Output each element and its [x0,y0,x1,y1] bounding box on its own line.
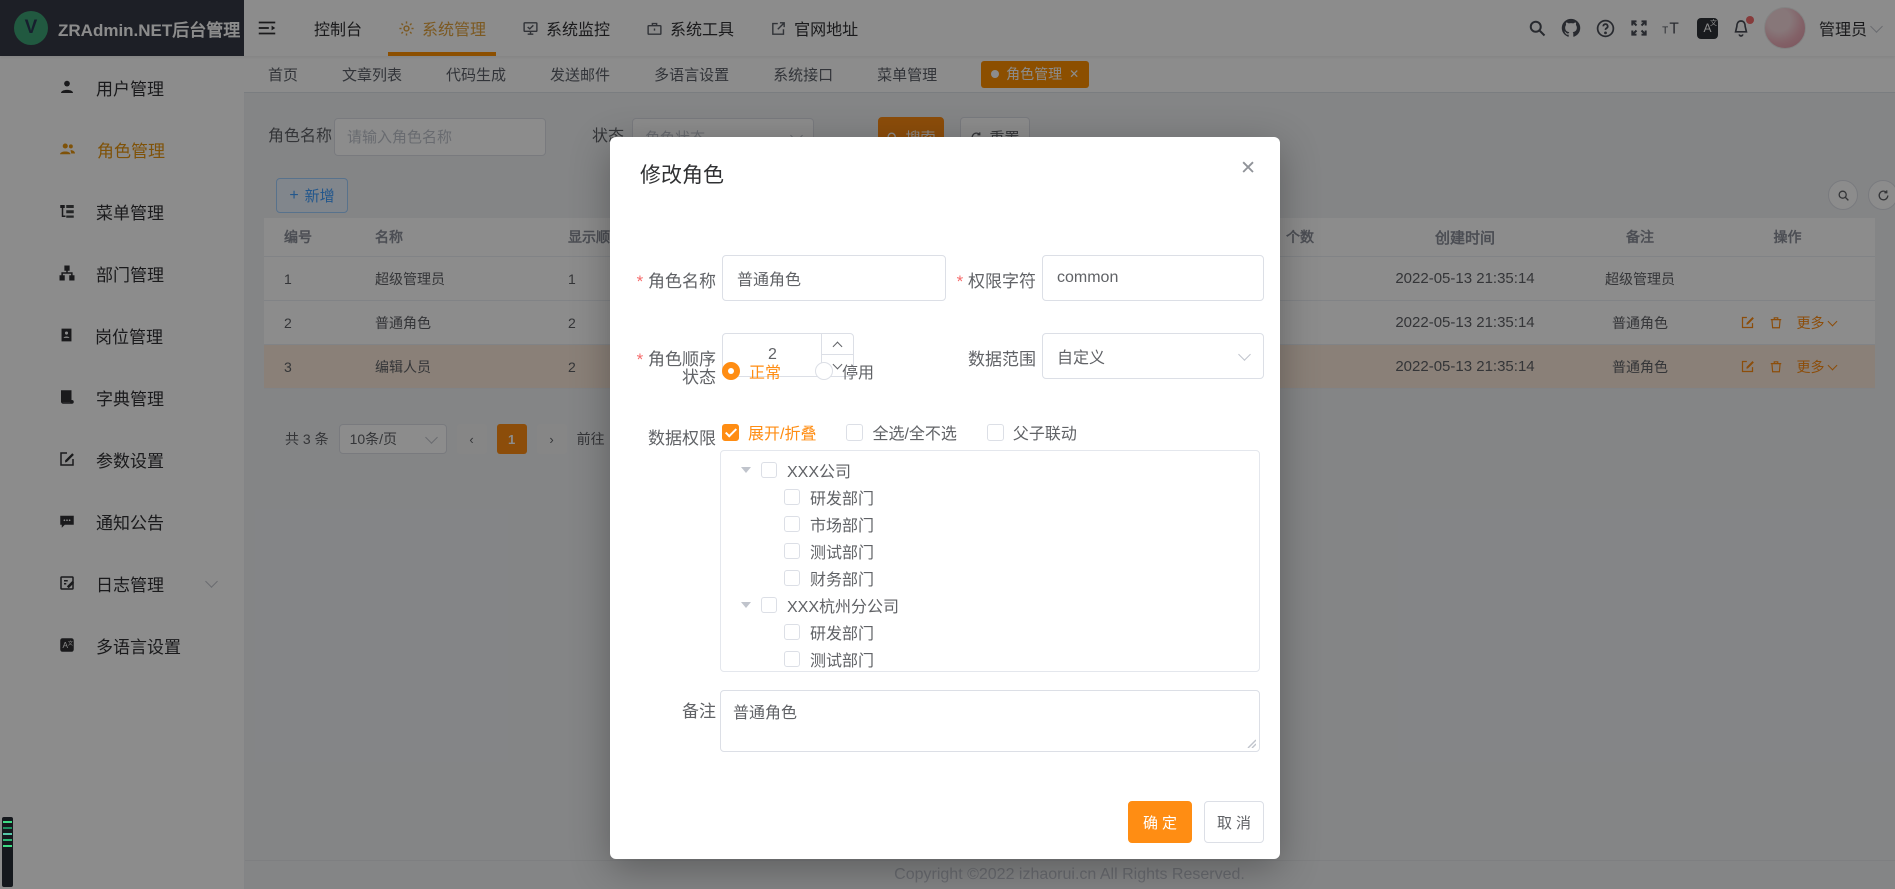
checkbox-label: 父子联动 [1013,420,1077,444]
checkbox-icon[interactable] [784,516,800,532]
tree-node-label: XXX公司 [787,458,851,482]
tree-node-label: 测试部门 [810,647,874,671]
checkbox-icon[interactable] [784,543,800,559]
remark-textarea[interactable]: 普通角色 [720,690,1260,752]
radio-normal[interactable]: 正常 [722,359,781,383]
tree-node-label: XXX杭州分公司 [787,593,899,617]
tree-node-dept[interactable]: 研发部门 [721,618,1259,645]
checkbox-icon[interactable] [784,651,800,667]
data-permission-label: 数据权限 [620,424,716,449]
edit-role-dialog: 修改角色 ✕ 角色名称 权限字符 角色顺序 2 数据范围 自定义 状态 正常 [610,137,1280,859]
tree-node-label: 测试部门 [810,539,874,563]
radio-icon [815,362,833,380]
tree-node-label: 研发部门 [810,485,874,509]
checkbox-icon[interactable] [784,570,800,586]
tree-node-label: 研发部门 [810,620,874,644]
tree-node-label: 市场部门 [810,512,874,536]
role-name-input[interactable] [722,255,946,301]
cancel-button[interactable]: 取消 [1204,801,1264,843]
checkbox-expand-collapse[interactable]: 展开/折叠 [722,420,816,444]
data-scope-select[interactable]: 自定义 [1042,333,1264,379]
tree-node-dept[interactable]: 研发部门 [721,483,1259,510]
radio-label: 停用 [842,359,874,383]
radio-label: 正常 [749,359,781,383]
caret-down-icon[interactable] [741,602,751,608]
status-label: 状态 [620,363,716,388]
checkbox-icon [987,424,1004,441]
role-key-label: 权限字符 [930,267,1036,292]
dialog-title: 修改角色 [640,159,724,189]
stepper-up-button[interactable] [821,334,853,355]
checkbox-icon[interactable] [761,597,777,613]
checkbox-label: 全选/全不选 [872,420,956,444]
radio-icon [722,362,740,380]
tree-node-dept[interactable]: 市场部门 [721,510,1259,537]
corner-widget [2,817,13,887]
tree-node-dept[interactable]: 测试部门 [721,537,1259,564]
radio-disabled[interactable]: 停用 [815,359,874,383]
checkbox-icon[interactable] [784,624,800,640]
remark-label: 备注 [620,697,716,722]
tree-node-company[interactable]: XXX公司 [721,456,1259,483]
dialog-close-icon[interactable]: ✕ [1240,159,1256,178]
checkbox-icon [722,424,739,441]
status-radio-group: 正常 停用 [722,359,874,383]
confirm-button[interactable]: 确定 [1128,801,1192,843]
role-name-label: 角色名称 [620,267,716,292]
data-scope-label: 数据范围 [930,345,1036,370]
tree-node-dept[interactable]: 财务部门 [721,564,1259,591]
checkbox-icon[interactable] [784,489,800,505]
checkbox-icon [846,424,863,441]
permission-options: 展开/折叠 全选/全不选 父子联动 [722,420,1077,444]
tree-node-label: 财务部门 [810,566,874,590]
checkbox-select-all[interactable]: 全选/全不选 [846,420,956,444]
tree-node-dept[interactable]: 测试部门 [721,645,1259,672]
data-scope-value: 自定义 [1057,344,1105,368]
checkbox-icon[interactable] [761,462,777,478]
chevron-down-icon [1238,348,1251,361]
role-key-input[interactable] [1042,255,1264,301]
app-root: V ZRAdmin.NET后台管理 控制台 系统管理 系统监控 [0,0,1895,889]
checkbox-parent-child-link[interactable]: 父子联动 [987,420,1077,444]
caret-down-icon[interactable] [741,467,751,473]
tree-node-branch-company[interactable]: XXX杭州分公司 [721,591,1259,618]
department-tree: XXX公司 研发部门 市场部门 测试部门 财务部门 XXX杭州分公司 [720,450,1260,672]
checkbox-label: 展开/折叠 [748,420,816,444]
